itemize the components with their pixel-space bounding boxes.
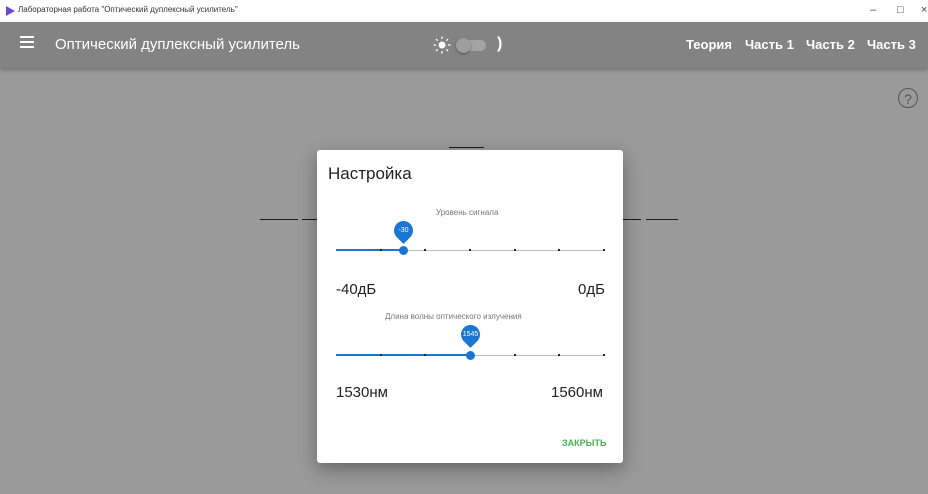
slider-thumb[interactable] — [398, 246, 408, 255]
background-line — [623, 219, 641, 220]
slider-tick — [558, 249, 561, 251]
app-logo-icon — [6, 6, 15, 16]
theme-switch-track[interactable] — [456, 38, 486, 53]
signal-min-label: -40дБ — [336, 281, 377, 298]
slider-tick — [424, 249, 427, 251]
signal-max-label: 0дБ — [578, 281, 605, 298]
signal-level-label: Уровень сигнала — [436, 208, 499, 217]
tab-theory[interactable]: Теория — [686, 37, 732, 52]
tab-part-3[interactable]: Часть 3 — [867, 37, 916, 52]
slider-track — [336, 354, 470, 356]
slider-thumb[interactable] — [465, 351, 475, 360]
moon-icon: ) — [497, 35, 503, 52]
dialog-title: Настройка — [328, 164, 412, 183]
theme-switch-knob[interactable] — [456, 38, 471, 53]
background-line — [449, 147, 484, 148]
menu-icon[interactable] — [20, 36, 34, 54]
sun-icon — [433, 36, 451, 54]
slider-value-label: -30 — [389, 217, 417, 244]
window-title: Лабораторная работа "Оптический дуплексн… — [18, 5, 238, 14]
slider-value-label: 1545 — [456, 321, 484, 348]
slider-tick — [603, 249, 605, 251]
slider-tick — [424, 354, 427, 356]
settings-dialog: Настройка Уровень сигнала -30 -40дБ 0дБ … — [317, 150, 623, 463]
slider-tick — [379, 354, 382, 356]
wavelength-label: Длина волны оптического излучения — [385, 312, 522, 321]
help-icon[interactable]: ? — [898, 88, 918, 108]
app-bar: Оптический дуплексный усилитель ) Теория… — [0, 22, 928, 68]
slider-tick — [513, 249, 516, 251]
window-titlebar: Лабораторная работа "Оптический дуплексн… — [0, 0, 928, 22]
close-dialog-button[interactable]: ЗАКРЫТЬ — [562, 438, 606, 448]
slider-track — [336, 249, 403, 251]
signal-level-slider[interactable]: -30 — [336, 217, 605, 258]
slider-tick — [469, 249, 471, 251]
wavelength-slider[interactable]: 1545 — [336, 321, 605, 363]
slider-tick — [558, 354, 561, 356]
background-line — [260, 219, 298, 220]
slider-tick — [513, 354, 516, 356]
wavelength-min-label: 1530нм — [336, 384, 388, 401]
theme-toggle[interactable]: ) — [433, 35, 505, 54]
minimize-button[interactable]: – — [870, 3, 876, 17]
slider-tick — [603, 354, 605, 356]
wavelength-max-label: 1560нм — [551, 384, 603, 401]
background-line — [646, 219, 678, 220]
background-line — [302, 219, 317, 220]
tab-part-2[interactable]: Часть 2 — [806, 37, 855, 52]
tab-part-1[interactable]: Часть 1 — [745, 37, 794, 52]
maximize-button[interactable]: □ — [897, 3, 904, 17]
app-title: Оптический дуплексный усилитель — [55, 36, 300, 53]
close-window-button[interactable]: × — [921, 3, 927, 17]
slider-tick — [379, 249, 382, 251]
